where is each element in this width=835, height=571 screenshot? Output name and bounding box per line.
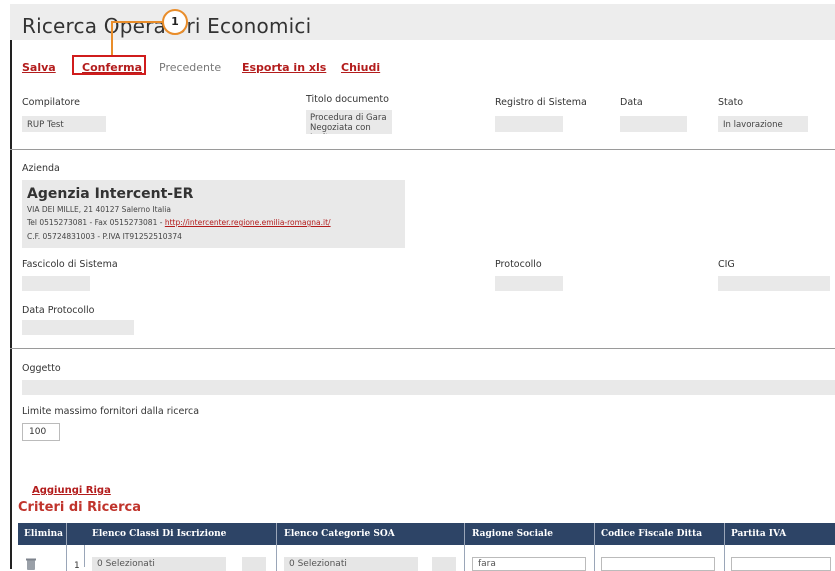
callout-badge: 1 — [162, 9, 188, 35]
row-number: 1 — [74, 561, 80, 571]
previous-button[interactable]: Precedente — [159, 61, 221, 74]
document-window — [10, 4, 835, 569]
save-button[interactable]: Salva — [22, 61, 56, 74]
limite-input[interactable]: 100 — [22, 423, 60, 441]
company-phone-fax: Tel 0515273081 - Fax 0515273081 - — [27, 218, 165, 227]
fascicolo-label: Fascicolo di Sistema — [22, 259, 118, 270]
export-xls-button[interactable]: Esporta in xls — [242, 61, 326, 74]
column-separator — [276, 523, 277, 571]
criteria-title: Criteri di Ricerca — [18, 500, 141, 515]
column-header: Elenco Categorie SOA — [284, 529, 395, 539]
compiler-field: RUP Test — [22, 116, 106, 132]
protocollo-label: Protocollo — [495, 259, 542, 270]
column-header: Elimina — [24, 529, 64, 539]
oggetto-field[interactable] — [22, 380, 835, 395]
confirm-button[interactable]: Conferma — [82, 61, 142, 74]
cig-label: CIG — [718, 259, 735, 270]
oggetto-label: Oggetto — [22, 363, 61, 374]
company-fiscal: C.F. 05724831003 - P.IVA IT91252510374 — [27, 232, 182, 241]
registry-field — [495, 116, 563, 132]
doc-title-field: Procedura di Gara Negoziata con Invito — [306, 110, 392, 134]
column-header: Ragione Sociale — [472, 529, 554, 539]
protocollo-field — [495, 276, 563, 291]
column-separator — [84, 545, 85, 567]
fascicolo-field — [22, 276, 90, 291]
column-header: Partita IVA — [731, 529, 787, 539]
column-separator — [594, 523, 595, 571]
column-separator — [724, 523, 725, 571]
soa-picker-button[interactable] — [432, 557, 456, 571]
close-button[interactable]: Chiudi — [341, 61, 380, 74]
divider — [10, 348, 835, 349]
column-header: Elenco Classi Di Iscrizione — [92, 529, 227, 539]
classi-select[interactable]: 0 Selezionati — [92, 557, 226, 571]
column-separator — [66, 523, 67, 571]
doc-title-label: Titolo documento — [306, 94, 389, 105]
compiler-label: Compilatore — [22, 97, 80, 108]
trash-icon[interactable] — [26, 558, 36, 570]
cig-field — [718, 276, 830, 291]
data-protocollo-label: Data Protocollo — [22, 305, 95, 316]
date-field — [620, 116, 687, 132]
codice-fiscale-input[interactable] — [601, 557, 715, 571]
column-separator — [464, 523, 465, 571]
data-protocollo-field — [22, 320, 134, 335]
limite-label: Limite massimo fornitori dalla ricerca — [22, 406, 200, 417]
divider — [10, 149, 835, 150]
soa-select[interactable]: 0 Selezionati — [284, 557, 418, 571]
column-header: Codice Fiscale Ditta — [601, 529, 703, 539]
date-label: Data — [620, 97, 643, 108]
partita-iva-input[interactable] — [731, 557, 831, 571]
company-contacts: Tel 0515273081 - Fax 0515273081 - http:/… — [27, 218, 331, 227]
classi-picker-button[interactable] — [242, 557, 266, 571]
callout-connector-vertical — [111, 21, 113, 56]
ragione-sociale-input[interactable]: fara — [472, 557, 586, 571]
company-label: Azienda — [22, 163, 60, 174]
add-row-button[interactable]: Aggiungi Riga — [32, 485, 111, 496]
status-label: Stato — [718, 97, 744, 108]
company-website-link[interactable]: http://intercenter.regione.emilia-romagn… — [165, 218, 331, 227]
company-address: VIA DEI MILLE, 21 40127 Salerno Italia — [27, 205, 171, 214]
registry-label: Registro di Sistema — [495, 97, 587, 108]
company-name: Agenzia Intercent-ER — [27, 186, 194, 202]
status-field: In lavorazione — [718, 116, 808, 132]
